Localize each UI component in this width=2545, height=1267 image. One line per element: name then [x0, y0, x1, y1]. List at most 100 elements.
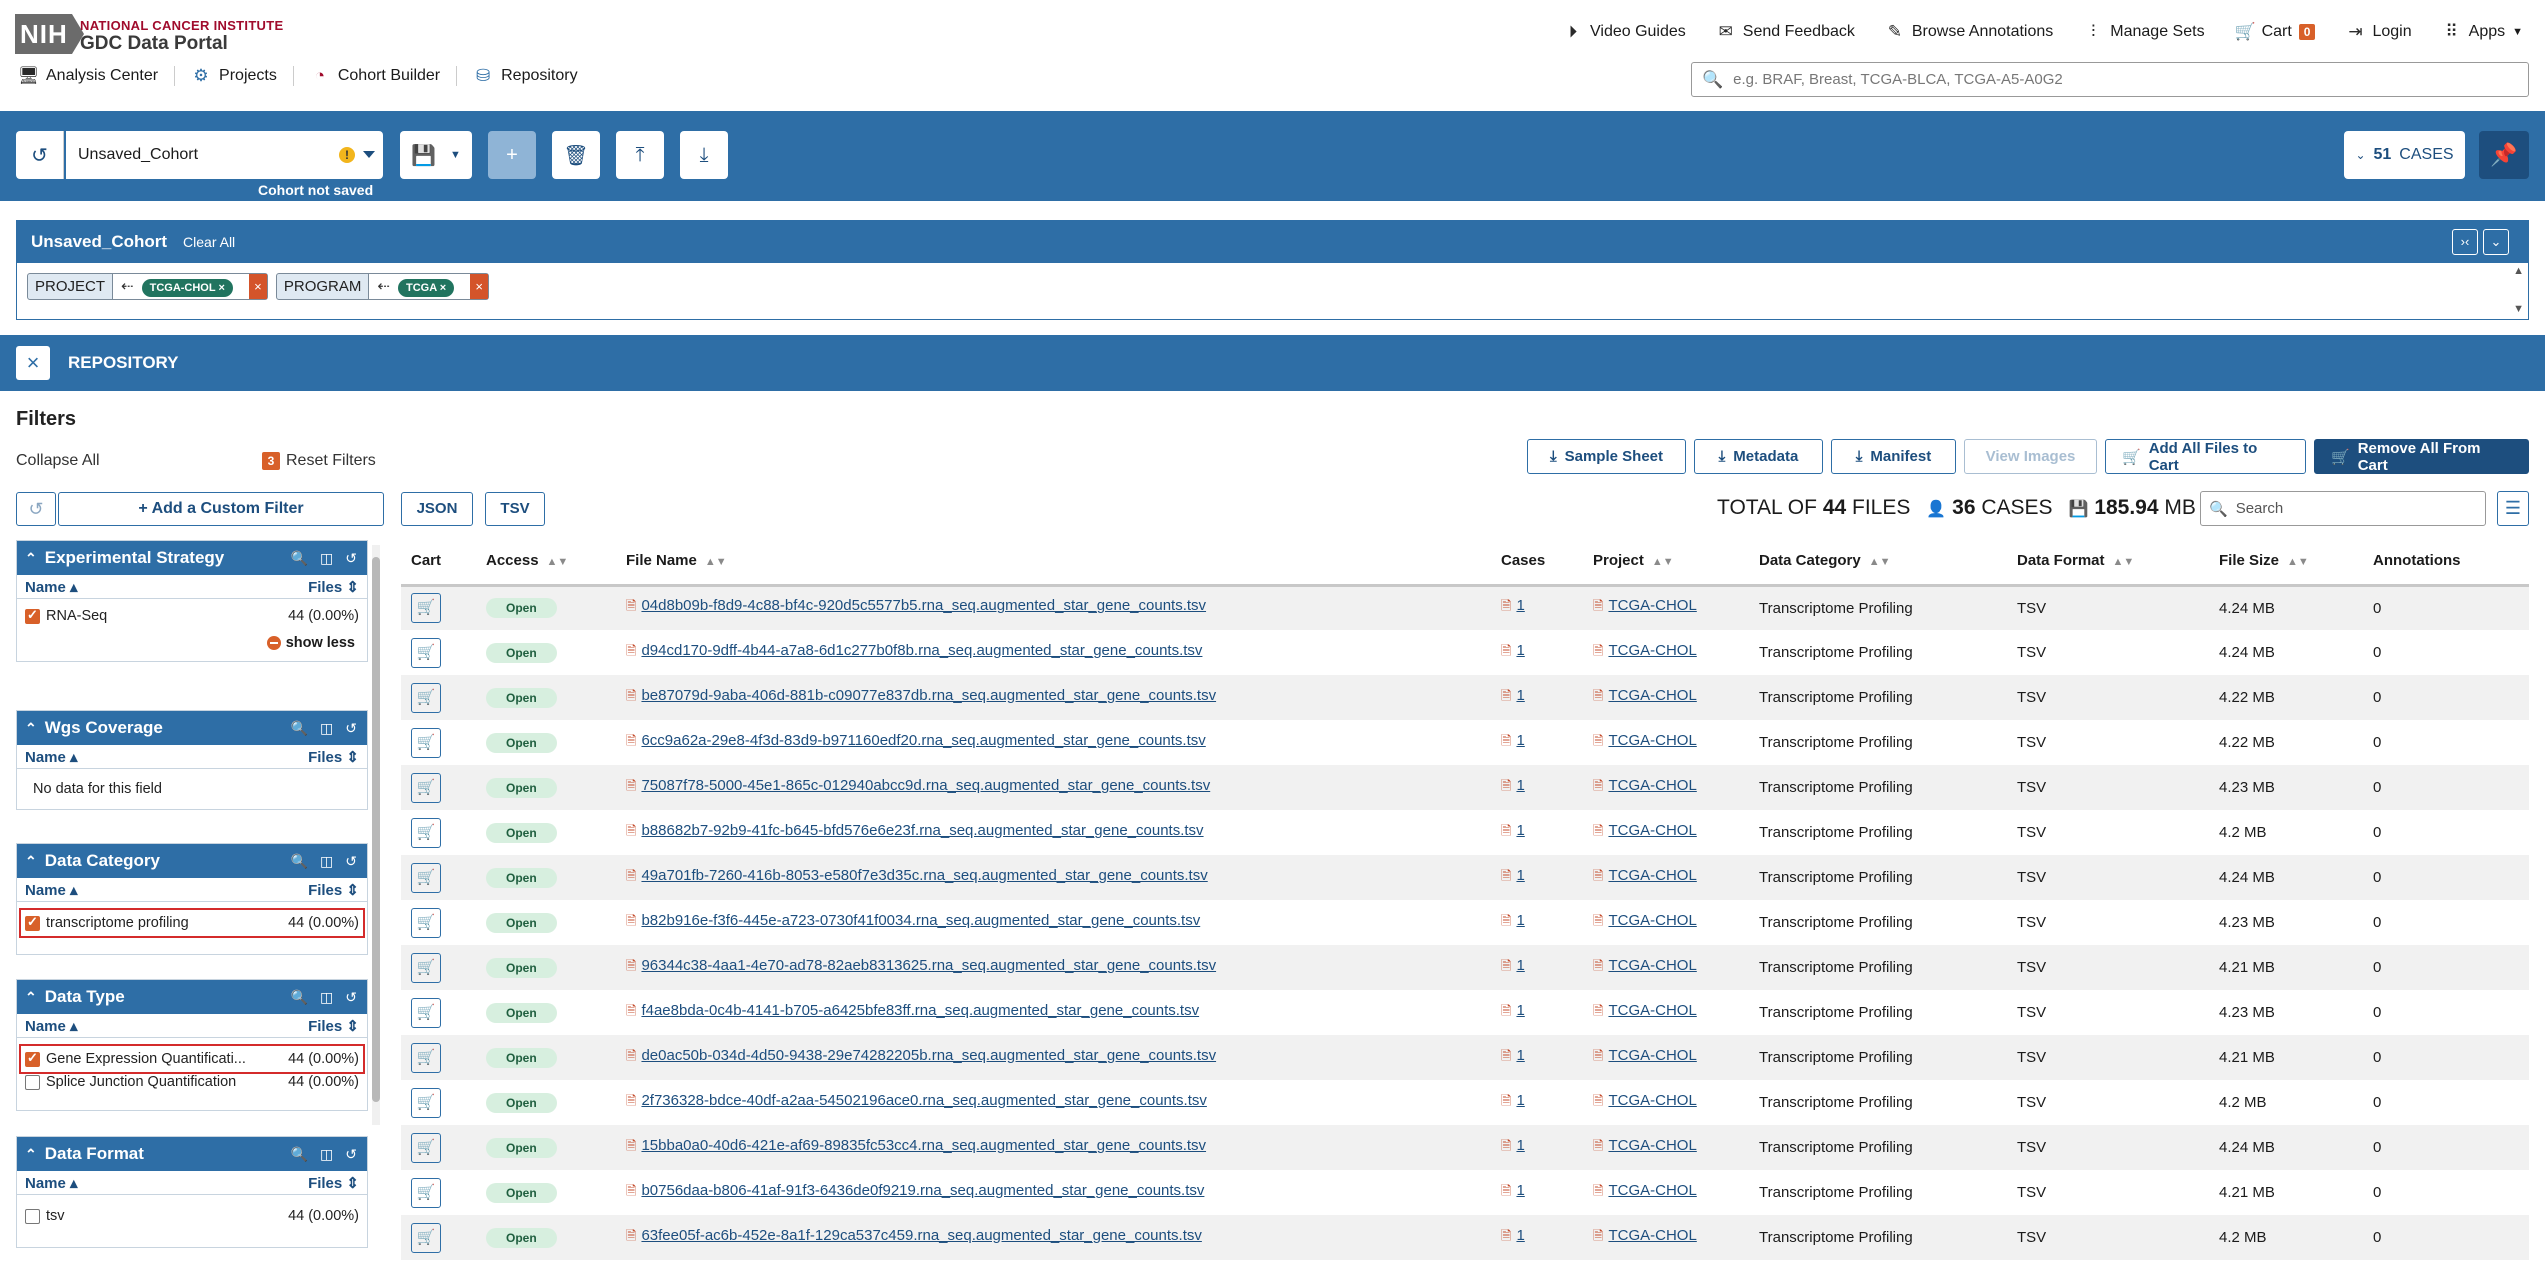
nav-video-guides[interactable]: ⏵ Video Guides: [1563, 22, 1686, 42]
flip-icon[interactable]: ◫: [320, 853, 333, 870]
facet-header[interactable]: ⌃ Data Category 🔍 ◫ ↺: [17, 844, 367, 878]
project-link[interactable]: TCGA-CHOL: [1608, 867, 1696, 884]
facet-header[interactable]: ⌃ Data Type 🔍 ◫ ↺: [17, 980, 367, 1014]
add-to-cart-button[interactable]: 🛒: [411, 997, 441, 1028]
facet-option[interactable]: RNA-Seq 44 (0.00%): [17, 605, 367, 627]
institute-name[interactable]: NATIONAL CANCER INSTITUTE: [80, 18, 283, 33]
sample-sheet-button[interactable]: ⤓ Sample Sheet: [1527, 439, 1686, 474]
scrollbar-thumb[interactable]: [372, 557, 380, 1102]
add-to-cart-button[interactable]: 🛒: [411, 952, 441, 983]
show-less-button[interactable]: show less: [17, 627, 367, 661]
flip-icon[interactable]: ◫: [320, 1146, 333, 1163]
collapse-all-button[interactable]: Collapse All: [16, 452, 100, 470]
cases-link[interactable]: 1: [1516, 732, 1524, 749]
search-icon[interactable]: 🔍: [291, 1146, 308, 1163]
sort-files-button[interactable]: Files ⇕: [308, 881, 359, 899]
nav-send-feedback[interactable]: ✉ Send Feedback: [1716, 22, 1855, 42]
cases-link[interactable]: 1: [1516, 1137, 1524, 1154]
cohort-selector[interactable]: Unsaved_Cohort !: [66, 131, 383, 179]
checkbox[interactable]: [25, 1208, 40, 1224]
col-project[interactable]: Project ▲▼: [1583, 537, 1749, 587]
col-access[interactable]: Access ▲▼: [476, 537, 616, 587]
sidebar-scrollbar[interactable]: [372, 545, 380, 1125]
reset-icon[interactable]: ↺: [345, 853, 357, 870]
nav-login[interactable]: ⇥ Login: [2345, 22, 2411, 42]
col-data-category[interactable]: Data Category ▲▼: [1749, 537, 2007, 587]
cases-link[interactable]: 1: [1516, 1002, 1524, 1019]
nav-cart[interactable]: 🛒 Cart 0: [2235, 22, 2316, 42]
facet-option[interactable]: Gene Expression Quantificati... 44 (0.00%…: [19, 1044, 365, 1074]
facet-header[interactable]: ⌃ Experimental Strategy 🔍 ◫ ↺: [17, 541, 367, 575]
file-link[interactable]: 63fee05f-ac6b-452e-8a1f-129ca537c459.rna…: [641, 1227, 1201, 1244]
arrow-left-icon[interactable]: ⇠ TCGA-CHOL ×: [113, 274, 249, 299]
nih-logo[interactable]: NIH: [15, 14, 84, 54]
add-to-cart-button[interactable]: 🛒: [411, 907, 441, 938]
nav-apps[interactable]: ⠿ Apps ▼: [2442, 22, 2523, 42]
cases-link[interactable]: 1: [1516, 1047, 1524, 1064]
export-cohort-button[interactable]: ⤓: [680, 131, 728, 179]
close-repository-button[interactable]: ×: [16, 346, 50, 380]
facet-option[interactable]: transcriptome profiling 44 (0.00%): [19, 908, 365, 938]
file-link[interactable]: b0756daa-b806-41af-91f3-6436de0f9219.rna…: [641, 1182, 1204, 1199]
arrow-left-icon[interactable]: ⇠ TCGA ×: [369, 274, 471, 299]
project-link[interactable]: TCGA-CHOL: [1608, 822, 1696, 839]
subnav-analysis-center[interactable]: 🖥 Analysis Center: [18, 66, 176, 86]
subnav-cohort-builder[interactable]: ◔ Cohort Builder: [294, 66, 458, 86]
sort-name-button[interactable]: Name ▴: [25, 881, 78, 899]
checkbox[interactable]: [25, 1074, 40, 1090]
cases-link[interactable]: 1: [1516, 642, 1524, 659]
search-icon[interactable]: 🔍: [291, 550, 308, 567]
project-link[interactable]: TCGA-CHOL: [1608, 1137, 1696, 1154]
save-cohort-button[interactable]: 💾 ▼: [400, 131, 472, 179]
cases-link[interactable]: 1: [1516, 957, 1524, 974]
subnav-projects[interactable]: ⚙ Projects: [175, 66, 294, 86]
undo-filter-button[interactable]: ↺: [16, 492, 56, 526]
new-cohort-button[interactable]: +: [488, 131, 536, 179]
add-to-cart-button[interactable]: 🛒: [411, 727, 441, 758]
search-icon[interactable]: 🔍: [291, 720, 308, 737]
project-link[interactable]: TCGA-CHOL: [1608, 1002, 1696, 1019]
add-all-files-to-cart-button[interactable]: 🛒 Add All Files to Cart: [2105, 439, 2306, 474]
cases-link[interactable]: 1: [1516, 912, 1524, 929]
collapse-panel-button[interactable]: ⌄: [2483, 229, 2509, 255]
file-link[interactable]: 6cc9a62a-29e8-4f3d-83d9-b971160edf20.rna…: [641, 732, 1205, 749]
sort-files-button[interactable]: Files ⇕: [308, 1017, 359, 1035]
clear-all-button[interactable]: Clear All: [183, 234, 235, 250]
facet-option[interactable]: tsv 44 (0.00%): [17, 1205, 367, 1227]
reset-icon[interactable]: ↺: [345, 1146, 357, 1163]
project-link[interactable]: TCGA-CHOL: [1608, 777, 1696, 794]
checkbox[interactable]: [25, 607, 40, 624]
metadata-button[interactable]: ⤓ Metadata: [1694, 439, 1823, 474]
remove-filter-button[interactable]: ×: [470, 274, 489, 299]
add-to-cart-button[interactable]: 🛒: [411, 1042, 441, 1073]
add-to-cart-button[interactable]: 🛒: [411, 1132, 441, 1163]
cases-link[interactable]: 1: [1516, 1182, 1524, 1199]
add-to-cart-button[interactable]: 🛒: [411, 1177, 441, 1208]
cases-link[interactable]: 1: [1516, 822, 1524, 839]
project-link[interactable]: TCGA-CHOL: [1608, 1182, 1696, 1199]
file-link[interactable]: de0ac50b-034d-4d50-9438-29e74282205b.rna…: [641, 1047, 1216, 1064]
project-link[interactable]: TCGA-CHOL: [1608, 732, 1696, 749]
project-link[interactable]: TCGA-CHOL: [1608, 1047, 1696, 1064]
file-link[interactable]: be87079d-9aba-406d-881b-c09077e837db.rna…: [641, 687, 1216, 704]
file-link[interactable]: b82b916e-f3f6-445e-a723-0730f41f0034.rna…: [641, 912, 1200, 929]
pin-cohort-button[interactable]: 📌: [2479, 131, 2529, 179]
table-search-input[interactable]: [2235, 500, 2476, 517]
add-to-cart-button[interactable]: 🛒: [411, 682, 441, 713]
col-data-format[interactable]: Data Format ▲▼: [2007, 537, 2209, 587]
project-link[interactable]: TCGA-CHOL: [1608, 687, 1696, 704]
portal-name[interactable]: GDC Data Portal: [80, 33, 228, 55]
column-menu-button[interactable]: ☰: [2497, 491, 2529, 526]
flip-icon[interactable]: ◫: [320, 550, 333, 567]
cases-link[interactable]: 1: [1516, 777, 1524, 794]
sort-name-button[interactable]: Name ▴: [25, 578, 78, 596]
sort-icon[interactable]: ▲▼: [2287, 556, 2309, 568]
scroll-up-icon[interactable]: ▲: [2513, 265, 2524, 277]
sort-files-button[interactable]: Files ⇕: [308, 578, 359, 596]
manifest-button[interactable]: ⤓ Manifest: [1831, 439, 1956, 474]
add-to-cart-button[interactable]: 🛒: [411, 637, 441, 668]
sort-icon[interactable]: ▲▼: [2113, 556, 2135, 568]
checkbox[interactable]: [25, 1050, 40, 1067]
project-link[interactable]: TCGA-CHOL: [1608, 1092, 1696, 1109]
file-link[interactable]: 04d8b09b-f8d9-4c88-bf4c-920d5c5577b5.rna…: [641, 597, 1206, 614]
